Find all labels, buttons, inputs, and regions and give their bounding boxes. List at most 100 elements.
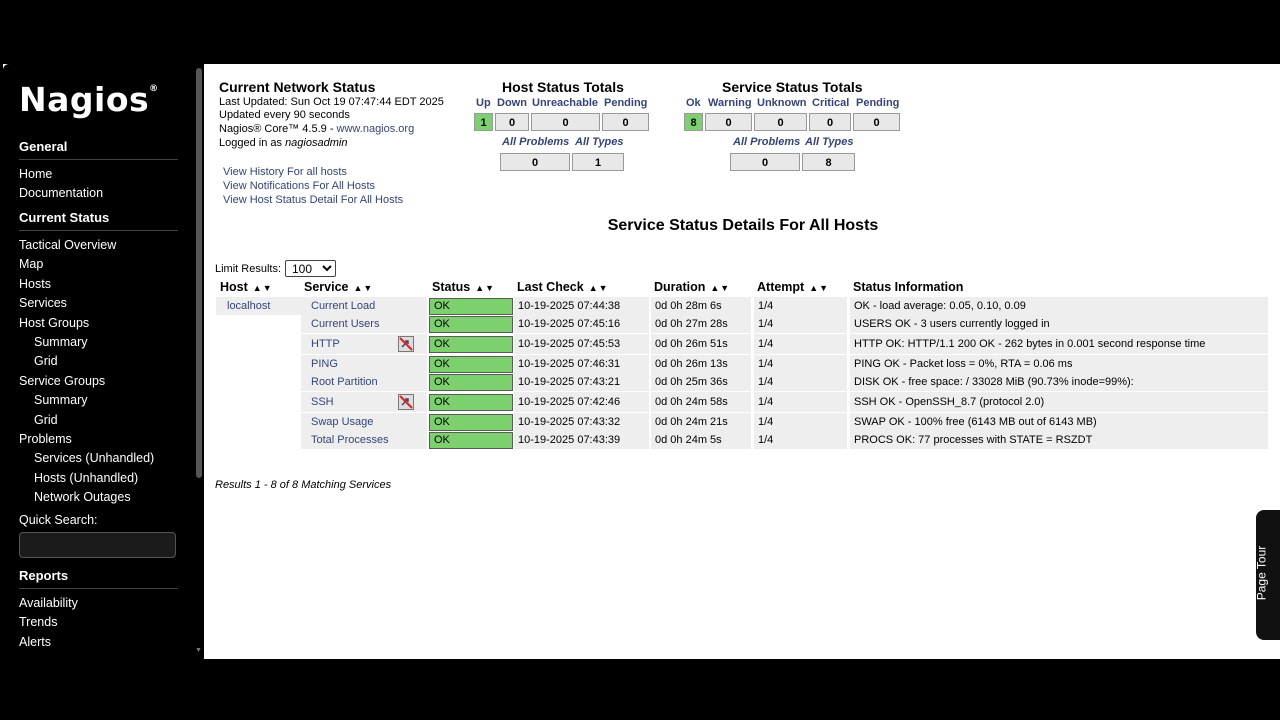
col-last-check[interactable]: Last Check ▲▼ xyxy=(517,280,609,294)
sidebar-scrollbar[interactable] xyxy=(196,68,202,478)
cell-last-check: 10-19-2025 07:45:53 xyxy=(518,338,621,350)
nav-item-status[interactable]: Map xyxy=(19,257,43,271)
notifications-disabled-icon[interactable] xyxy=(398,336,414,352)
divider xyxy=(19,159,178,160)
sort-arrows-icon[interactable]: ▲▼ xyxy=(353,283,373,293)
host-all-types-count[interactable]: 1 xyxy=(572,153,624,171)
col-duration[interactable]: Duration ▲▼ xyxy=(654,280,730,294)
cell-info: USERS OK - 3 users currently logged in xyxy=(854,318,1050,330)
cell-last-check: 10-19-2025 07:42:46 xyxy=(518,396,621,408)
nav-item-status[interactable]: Services (Unhandled) xyxy=(34,451,154,465)
cell-info: PING OK - Packet loss = 0%, RTA = 0.06 m… xyxy=(854,358,1073,370)
svc-all-problems-head[interactable]: All Problems xyxy=(733,136,800,148)
core-version: Nagios® Core™ 4.5.9 - www.nagios.org xyxy=(219,123,415,135)
sort-arrows-icon[interactable]: ▲▼ xyxy=(589,283,609,293)
nav-item-status[interactable]: Host Groups xyxy=(19,316,89,330)
svc-all-problems-count[interactable]: 0 xyxy=(730,153,800,171)
cell-info: SWAP OK - 100% free (6143 MB out of 6143… xyxy=(854,416,1097,428)
sort-arrows-icon[interactable]: ▲▼ xyxy=(475,283,495,293)
svc-pending-count[interactable]: 0 xyxy=(853,113,900,131)
nav-item-status[interactable]: Hosts xyxy=(19,277,51,291)
nav-item-status[interactable]: Grid xyxy=(34,354,58,368)
nav-item-status[interactable]: Problems xyxy=(19,432,72,446)
nav-item-alerts[interactable]: Alerts xyxy=(19,635,51,649)
svc-critical-count[interactable]: 0 xyxy=(809,113,851,131)
nav-item-status[interactable]: Hosts (Unhandled) xyxy=(34,471,138,485)
quick-search-input[interactable] xyxy=(19,532,176,558)
nav-item-status[interactable]: Summary xyxy=(34,335,87,349)
service-link[interactable]: SSH xyxy=(311,393,334,411)
cell-duration: 0d 0h 26m 13s xyxy=(655,358,728,370)
nav-item-documentation[interactable]: Documentation xyxy=(19,186,103,200)
logged-in-as: Logged in as nagiosadmin xyxy=(219,137,348,149)
nagios-logo[interactable]: Nagios® xyxy=(19,80,159,119)
host-all-problems-count[interactable]: 0 xyxy=(500,153,570,171)
service-link[interactable]: PING xyxy=(311,355,338,373)
col-service[interactable]: Service ▲▼ xyxy=(304,280,373,294)
cell-last-check: 10-19-2025 07:43:21 xyxy=(518,376,621,388)
status-badge: OK xyxy=(429,413,513,431)
svc-head-pending[interactable]: Pending xyxy=(856,97,899,109)
svc-all-types-count[interactable]: 8 xyxy=(802,153,855,171)
cell-last-check: 10-19-2025 07:44:38 xyxy=(518,300,621,312)
host-all-problems-head[interactable]: All Problems xyxy=(502,136,569,148)
nav-item-status[interactable]: Network Outages xyxy=(34,490,131,504)
svc-ok-count[interactable]: 8 xyxy=(684,113,703,131)
host-unreachable-count[interactable]: 0 xyxy=(531,113,600,131)
nav-item-availability[interactable]: Availability xyxy=(19,596,78,610)
service-details-title: Service Status Details For All Hosts xyxy=(607,217,879,234)
svc-head-unknown[interactable]: Unknown xyxy=(757,97,807,109)
notifications-disabled-icon[interactable] xyxy=(398,394,414,410)
host-up-count[interactable]: 1 xyxy=(474,113,493,131)
service-link[interactable]: Total Processes xyxy=(311,431,389,449)
cell-duration: 0d 0h 28m 6s xyxy=(655,300,722,312)
limit-results-select[interactable]: 100 xyxy=(285,260,336,277)
host-link-localhost[interactable]: localhost xyxy=(227,297,270,315)
service-link[interactable]: Swap Usage xyxy=(311,413,373,431)
sort-arrows-icon[interactable]: ▲▼ xyxy=(253,283,273,293)
nav-item-home[interactable]: Home xyxy=(19,167,52,181)
svc-head-ok[interactable]: Ok xyxy=(686,97,701,109)
nav-item-status[interactable]: Summary xyxy=(34,393,87,407)
nav-item-status[interactable]: Grid xyxy=(34,413,58,427)
divider xyxy=(19,588,178,589)
svc-all-types-head[interactable]: All Types xyxy=(805,136,854,148)
nagios-window: Nagios® General Home Documentation Curre… xyxy=(3,64,1280,659)
nav-item-status[interactable]: Tactical Overview xyxy=(19,238,116,252)
sort-arrows-icon[interactable]: ▲▼ xyxy=(710,283,730,293)
cell-attempt: 1/4 xyxy=(758,338,774,350)
col-host[interactable]: Host ▲▼ xyxy=(220,280,273,294)
nav-item-status[interactable]: Service Groups xyxy=(19,374,105,388)
cell-attempt: 1/4 xyxy=(758,358,774,370)
page-tour-button[interactable]: Page Tour xyxy=(1254,510,1280,640)
service-link[interactable]: Current Load xyxy=(311,297,375,315)
col-attempt[interactable]: Attempt ▲▼ xyxy=(757,280,829,294)
last-updated: Last Updated: Sun Oct 19 07:47:44 EDT 20… xyxy=(219,96,444,108)
svc-unknown-count[interactable]: 0 xyxy=(754,113,807,131)
host-head-down[interactable]: Down xyxy=(497,97,527,109)
service-link[interactable]: Current Users xyxy=(311,315,379,333)
col-status[interactable]: Status ▲▼ xyxy=(432,280,495,294)
svc-head-warning[interactable]: Warning xyxy=(708,97,752,109)
cell-info: PROCS OK: 77 processes with STATE = RSZD… xyxy=(854,434,1093,446)
nav-item-trends[interactable]: Trends xyxy=(19,615,57,629)
host-pending-count[interactable]: 0 xyxy=(602,113,649,131)
host-head-up[interactable]: Up xyxy=(476,97,491,109)
nav-item-status[interactable]: Services xyxy=(19,296,67,310)
svc-warning-count[interactable]: 0 xyxy=(705,113,752,131)
host-head-unreachable[interactable]: Unreachable xyxy=(532,97,598,109)
view-history-link[interactable]: View History For all hosts xyxy=(223,166,347,178)
svc-head-critical[interactable]: Critical xyxy=(812,97,849,109)
service-link[interactable]: Root Partition xyxy=(311,373,378,391)
service-link[interactable]: HTTP xyxy=(311,335,340,353)
host-head-pending[interactable]: Pending xyxy=(604,97,647,109)
scroll-down-arrow-icon[interactable]: ▼ xyxy=(195,647,202,654)
host-down-count[interactable]: 0 xyxy=(495,113,529,131)
view-notifications-link[interactable]: View Notifications For All Hosts xyxy=(223,180,375,192)
nagios-org-link[interactable]: www.nagios.org xyxy=(337,123,415,135)
sort-arrows-icon[interactable]: ▲▼ xyxy=(809,283,829,293)
view-host-status-link[interactable]: View Host Status Detail For All Hosts xyxy=(223,194,403,206)
host-all-types-head[interactable]: All Types xyxy=(575,136,624,148)
cell-info: DISK OK - free space: / 33028 MiB (90.73… xyxy=(854,376,1134,388)
cell-duration: 0d 0h 27m 28s xyxy=(655,318,728,330)
